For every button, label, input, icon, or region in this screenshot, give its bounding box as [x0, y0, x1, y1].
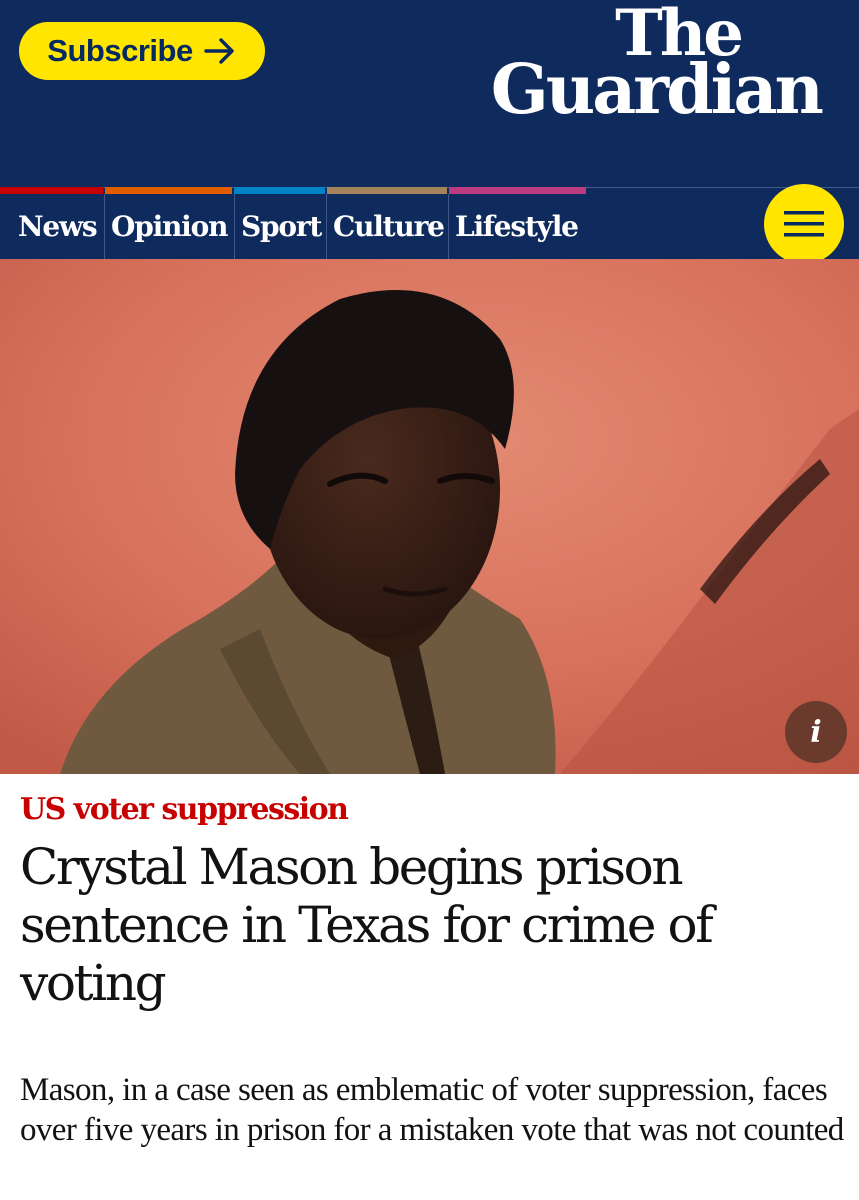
nav-item-news[interactable]: News — [12, 194, 104, 259]
nav-item-label: Lifestyle — [455, 210, 579, 243]
nav-item-label: News — [18, 210, 98, 243]
nav-item-culture[interactable]: Culture — [326, 194, 448, 259]
nav-item-opinion[interactable]: Opinion — [104, 194, 234, 259]
article-standfirst: Mason, in a case seen as emblematic of v… — [20, 1072, 844, 1148]
logo-guardian: Guardian — [490, 50, 824, 131]
pillar-bar-news — [0, 187, 103, 194]
nav-item-lifestyle[interactable]: Lifestyle — [448, 194, 588, 259]
pillar-bar-culture — [327, 187, 447, 194]
pillar-bar-opinion — [105, 187, 232, 194]
pillar-bar-sport — [234, 187, 325, 194]
subscribe-button[interactable]: Subscribe — [19, 22, 265, 80]
nav-item-label: Opinion — [111, 210, 228, 243]
site-header: Subscribe The Guardian News Opinion Spor… — [0, 0, 859, 264]
pillar-bar-lifestyle — [449, 187, 586, 194]
pillar-color-bars — [0, 187, 859, 194]
article-headline: Crystal Mason begins prison sentence in … — [20, 838, 714, 1012]
info-icon: i — [810, 714, 822, 750]
nav-item-sport[interactable]: Sport — [234, 194, 327, 259]
subscribe-label: Subscribe — [47, 33, 193, 68]
pillar-nav: News Opinion Sport Culture Lifestyle — [0, 194, 700, 259]
hamburger-icon — [784, 211, 824, 237]
image-info-button[interactable]: i — [785, 701, 847, 763]
arrow-right-icon — [203, 36, 237, 66]
article-main-image — [0, 259, 859, 774]
nav-item-label: Sport — [241, 210, 322, 243]
menu-button[interactable] — [764, 184, 844, 264]
guardian-logo[interactable]: The Guardian — [476, 1, 824, 131]
nav-item-label: Culture — [333, 210, 445, 243]
portrait-photo — [0, 259, 859, 774]
article-kicker[interactable]: US voter suppression — [20, 792, 349, 827]
